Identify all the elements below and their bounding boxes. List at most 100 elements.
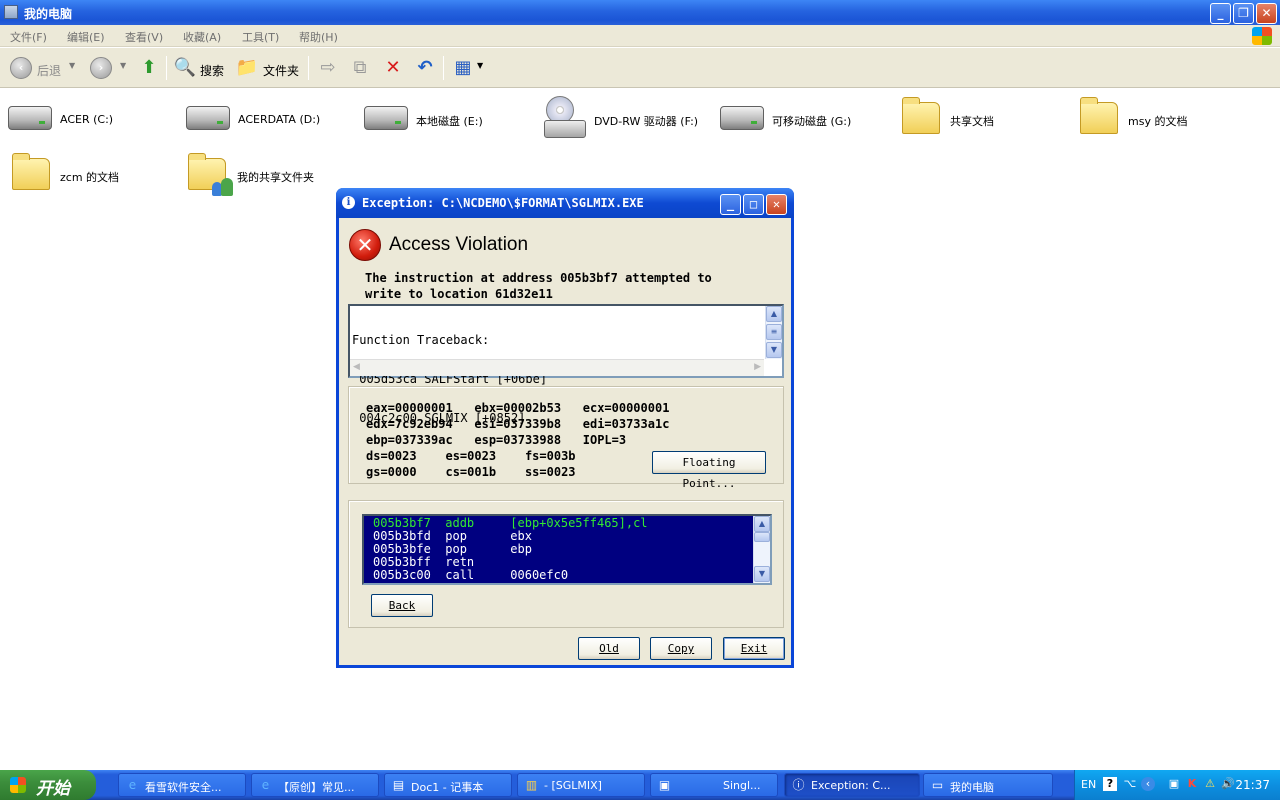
toolbar-separator bbox=[443, 56, 444, 80]
hard-drive-icon bbox=[364, 106, 408, 130]
drive-c[interactable]: ACER (C:) bbox=[8, 98, 168, 142]
scroll-down-icon[interactable]: ▼ bbox=[766, 342, 782, 358]
help-icon[interactable]: ? bbox=[1103, 777, 1117, 791]
scroll-thumb[interactable]: ≡ bbox=[766, 324, 782, 340]
start-label: 开始 bbox=[36, 779, 70, 799]
shared-documents-label: 共享文档 bbox=[950, 115, 994, 128]
windows-flag-icon bbox=[10, 777, 26, 793]
folders-icon[interactable]: 📁 bbox=[235, 57, 259, 79]
task-original-post[interactable]: e 【原创】常见... bbox=[251, 773, 379, 797]
menu-help[interactable]: 帮助(H) bbox=[299, 29, 338, 45]
back-arrow-icon[interactable]: ‹ bbox=[10, 57, 32, 79]
floating-point-button[interactable]: Floating Point... bbox=[652, 451, 766, 490]
folder-icon bbox=[902, 97, 940, 134]
toolbar-separator bbox=[308, 56, 309, 80]
drive-g[interactable]: 可移动磁盘 (G:) bbox=[720, 98, 880, 142]
close-button[interactable]: ✕ bbox=[1256, 3, 1277, 24]
move-to-icon[interactable]: ⇨ bbox=[316, 57, 340, 79]
task-label: - [SGLMIX] bbox=[544, 779, 602, 792]
task-label: 【原创】常见... bbox=[278, 781, 355, 794]
menu-bar: 文件(F) 编辑(E) 查看(V) 收藏(A) 工具(T) 帮助(H) bbox=[0, 25, 1280, 47]
traceback-horizontal-scrollbar[interactable]: ◀ ▶ bbox=[350, 359, 764, 376]
drive-d-label: ACERDATA (D:) bbox=[238, 113, 321, 126]
task-sglmix[interactable]: ▥ - [SGLMIX] bbox=[517, 773, 645, 797]
menu-file[interactable]: 文件(F) bbox=[10, 29, 47, 45]
menu-favorites[interactable]: 收藏(A) bbox=[183, 29, 221, 45]
msy-documents[interactable]: msy 的文档 bbox=[1078, 97, 1238, 142]
traceback-vertical-scrollbar[interactable]: ▲ ≡ ▼ bbox=[765, 306, 782, 359]
disassembly-group: 005b3bf7 addb [ebp+0x5e5ff465],cl 005b3b… bbox=[348, 500, 784, 628]
back-button[interactable]: Back bbox=[371, 594, 433, 617]
my-shared-folder[interactable]: 我的共享文件夹 bbox=[186, 153, 356, 198]
search-icon[interactable]: 🔍 bbox=[173, 57, 197, 79]
start-button[interactable]: 开始 bbox=[0, 770, 96, 800]
dialog-minimize-button[interactable]: _ bbox=[720, 194, 741, 215]
task-my-computer[interactable]: ▭ 我的电脑 bbox=[923, 773, 1053, 797]
network-icon[interactable]: ▣ bbox=[1167, 777, 1181, 791]
delete-icon[interactable]: ✕ bbox=[381, 57, 405, 79]
hard-drive-icon bbox=[8, 106, 52, 130]
my-shared-folder-label: 我的共享文件夹 bbox=[237, 171, 314, 184]
language-indicator[interactable]: EN bbox=[1081, 778, 1096, 791]
disassembly-scrollbar[interactable]: ▲ ▼ bbox=[753, 516, 770, 583]
copy-button[interactable]: Copy bbox=[650, 637, 712, 660]
disassembly-listing[interactable]: 005b3bf7 addb [ebp+0x5e5ff465],cl 005b3b… bbox=[362, 514, 772, 585]
back-dropdown-icon[interactable]: ▼ bbox=[69, 61, 75, 70]
up-folder-icon[interactable]: ⬆ bbox=[137, 57, 161, 79]
search-button-label[interactable]: 搜索 bbox=[200, 62, 224, 79]
drive-e[interactable]: 本地磁盘 (E:) bbox=[364, 98, 524, 142]
console-icon: ▣ bbox=[658, 778, 671, 792]
shared-documents[interactable]: 共享文档 bbox=[900, 97, 1060, 142]
dialog-maximize-button[interactable]: □ bbox=[743, 194, 764, 215]
ie-icon: e bbox=[128, 778, 137, 792]
ime-icon[interactable]: ⌥ bbox=[1123, 777, 1137, 791]
restore-button[interactable]: ❐ bbox=[1233, 3, 1254, 24]
scroll-up-icon[interactable]: ▲ bbox=[754, 516, 770, 532]
forward-dropdown-icon[interactable]: ▼ bbox=[120, 61, 126, 70]
scroll-right-icon[interactable]: ▶ bbox=[754, 362, 761, 372]
register-row: gs=0000 cs=001b ss=0023 bbox=[366, 465, 576, 479]
scroll-thumb[interactable] bbox=[754, 532, 770, 542]
users-icon bbox=[212, 178, 234, 196]
my-computer-icon bbox=[4, 5, 18, 19]
folder-icon bbox=[1080, 97, 1118, 134]
show-hidden-icons-icon[interactable]: ‹ bbox=[1141, 777, 1155, 791]
application-icon: ▥ bbox=[525, 778, 538, 792]
task-label: 看雪软件安全... bbox=[145, 781, 222, 794]
antivirus-icon[interactable]: K bbox=[1185, 777, 1199, 791]
taskbar: 开始 e 看雪软件安全... e 【原创】常见... ▤ Doc1 - 记事本 … bbox=[0, 770, 1280, 800]
views-icon[interactable]: ▦ bbox=[451, 57, 475, 79]
exit-button[interactable]: Exit bbox=[723, 637, 785, 660]
copy-to-icon[interactable]: ⧉ bbox=[348, 57, 372, 79]
old-button[interactable]: Old bbox=[578, 637, 640, 660]
error-message-line: write to location 61d32e11 bbox=[365, 287, 553, 301]
menu-view[interactable]: 查看(V) bbox=[125, 29, 163, 45]
menu-edit[interactable]: 编辑(E) bbox=[67, 29, 105, 45]
security-alert-icon[interactable]: ⚠ bbox=[1203, 777, 1217, 791]
drive-f[interactable]: DVD-RW 驱动器 (F:) bbox=[542, 96, 712, 140]
back-button-label[interactable]: 后退 bbox=[37, 62, 61, 79]
forward-arrow-icon[interactable]: › bbox=[90, 57, 112, 79]
traceback-box[interactable]: Function Traceback: 005d53ca SALFStart [… bbox=[348, 304, 784, 425]
folder-icon bbox=[12, 153, 50, 190]
drive-d[interactable]: ACERDATA (D:) bbox=[186, 98, 346, 142]
folders-button-label[interactable]: 文件夹 bbox=[263, 62, 299, 79]
minimize-button[interactable]: _ bbox=[1210, 3, 1231, 24]
toolbar: ‹ 后退 ▼ › ▼ ⬆ 🔍 搜索 📁 文件夹 ⇨ ⧉ ✕ ↶ ▦ ▼ bbox=[0, 48, 1280, 88]
views-dropdown-icon[interactable]: ▼ bbox=[477, 61, 483, 70]
registers-group: eax=00000001 ebx=00002b53 ecx=00000001 e… bbox=[348, 386, 784, 490]
task-single[interactable]: ▣ Singl... bbox=[650, 773, 778, 797]
error-icon: ✕ bbox=[349, 229, 381, 261]
task-exception[interactable]: ⓘ Exception: C... bbox=[784, 773, 920, 797]
register-row: edx=7c92eb94 esi=037339b8 edi=03733a1c bbox=[366, 417, 670, 431]
volume-icon[interactable]: 🔊 bbox=[1221, 777, 1235, 791]
dialog-close-button[interactable]: ✕ bbox=[766, 194, 787, 215]
menu-tools[interactable]: 工具(T) bbox=[242, 29, 279, 45]
scroll-down-icon[interactable]: ▼ bbox=[754, 566, 770, 582]
zcm-documents[interactable]: zcm 的文档 bbox=[10, 153, 170, 198]
scroll-up-icon[interactable]: ▲ bbox=[766, 306, 782, 322]
scroll-left-icon[interactable]: ◀ bbox=[353, 362, 360, 372]
task-notepad[interactable]: ▤ Doc1 - 记事本 bbox=[384, 773, 512, 797]
task-kanxue[interactable]: e 看雪软件安全... bbox=[118, 773, 246, 797]
undo-icon[interactable]: ↶ bbox=[413, 57, 437, 79]
